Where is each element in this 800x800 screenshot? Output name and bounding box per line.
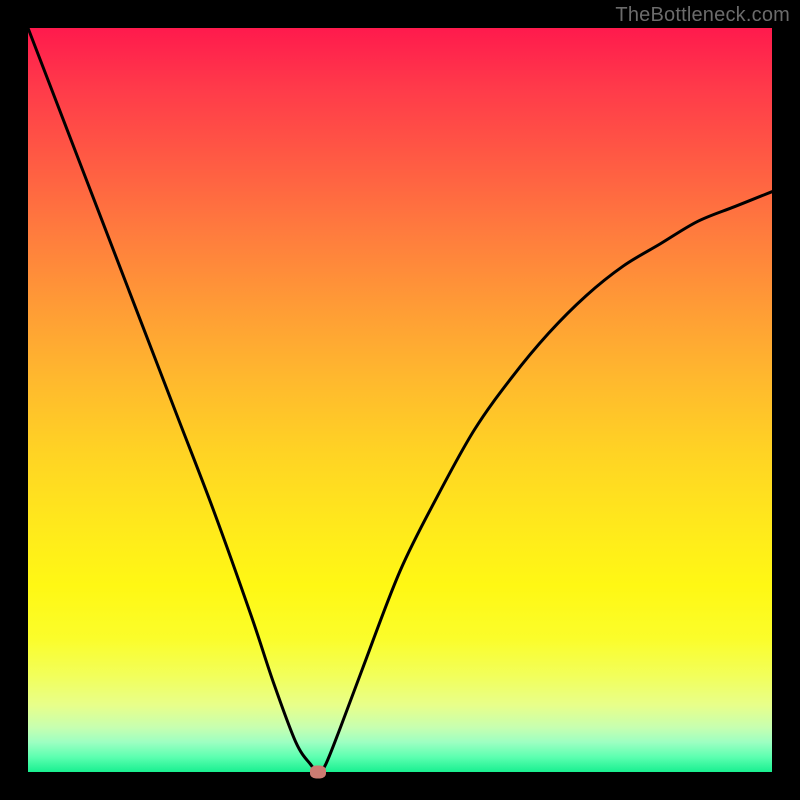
- plot-area: [28, 28, 772, 772]
- chart-frame: TheBottleneck.com: [0, 0, 800, 800]
- watermark-text: TheBottleneck.com: [615, 4, 790, 27]
- bottleneck-curve: [28, 28, 772, 772]
- optimal-point-marker: [310, 766, 326, 779]
